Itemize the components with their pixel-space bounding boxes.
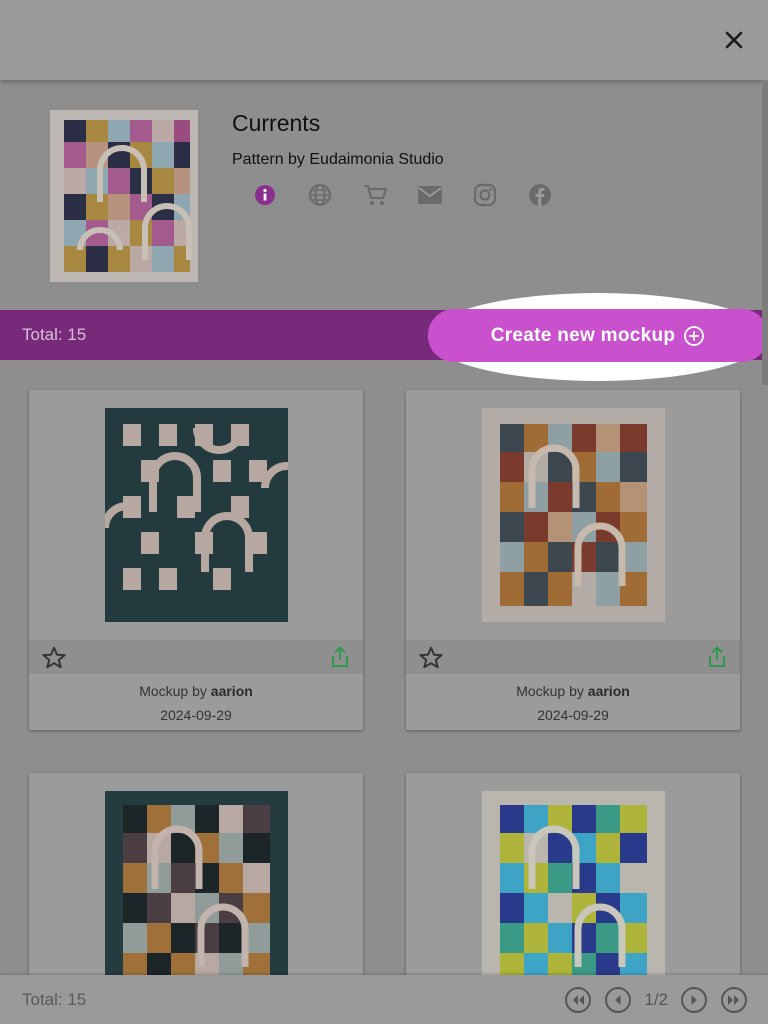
mockup-image xyxy=(482,408,665,622)
mockup-card[interactable] xyxy=(406,773,740,1005)
facebook-link[interactable] xyxy=(523,182,556,208)
mockup-card[interactable]: Mockup by aarion 2024-09-29 xyxy=(29,390,363,730)
mockup-author: Mockup by aarion xyxy=(139,683,253,699)
pattern-title: Currents xyxy=(232,110,321,136)
scrollbar[interactable] xyxy=(762,80,768,385)
mail-icon xyxy=(417,186,442,204)
share-icon[interactable] xyxy=(329,645,351,669)
instagram-icon xyxy=(473,183,496,207)
mockup-card[interactable]: Mockup by aarion 2024-09-29 xyxy=(406,390,740,730)
mockup-author: Mockup by aarion xyxy=(516,683,630,699)
email-link[interactable] xyxy=(413,182,446,208)
mockup-date: 2024-09-29 xyxy=(160,707,232,723)
close-button[interactable] xyxy=(720,26,748,54)
prev-page-icon[interactable] xyxy=(604,986,632,1014)
mockup-image xyxy=(105,791,288,1005)
pattern-subtitle: Pattern by Eudaimonia Studio xyxy=(232,151,444,168)
close-icon xyxy=(725,31,743,49)
globe-icon xyxy=(308,184,331,206)
card-actions xyxy=(29,640,363,674)
footer-total-count: Total: 15 xyxy=(22,990,87,1009)
create-label: Create new mockup xyxy=(490,324,676,346)
star-icon[interactable] xyxy=(418,645,444,671)
shop-link[interactable] xyxy=(358,182,391,208)
website-link[interactable] xyxy=(303,182,336,208)
first-page-icon[interactable] xyxy=(564,986,592,1014)
add-circle-icon xyxy=(684,325,705,346)
mockup-card[interactable] xyxy=(29,773,363,1005)
total-count: Total: 15 xyxy=(22,325,87,344)
pattern-thumbnail xyxy=(50,110,198,282)
mockup-date: 2024-09-29 xyxy=(537,707,609,723)
modal-topbar xyxy=(0,0,768,80)
cart-icon xyxy=(363,185,387,205)
share-icon[interactable] xyxy=(706,645,728,669)
instagram-link[interactable] xyxy=(468,182,501,208)
pagination-footer: Total: 15 1/2 xyxy=(0,975,768,1024)
page-indicator: 1/2 xyxy=(644,990,668,1009)
info-icon xyxy=(254,185,275,205)
last-page-icon[interactable] xyxy=(720,986,748,1014)
mockup-image xyxy=(105,408,288,622)
facebook-icon xyxy=(528,184,551,206)
next-page-icon[interactable] xyxy=(680,986,708,1014)
star-icon[interactable] xyxy=(41,645,67,671)
create-new-mockup-button[interactable]: Create new mockup xyxy=(428,309,768,362)
pattern-links xyxy=(248,182,556,208)
card-actions xyxy=(406,640,740,674)
info-link[interactable] xyxy=(248,182,281,208)
pager: 1/2 xyxy=(564,986,748,1014)
mockup-image xyxy=(482,791,665,1005)
